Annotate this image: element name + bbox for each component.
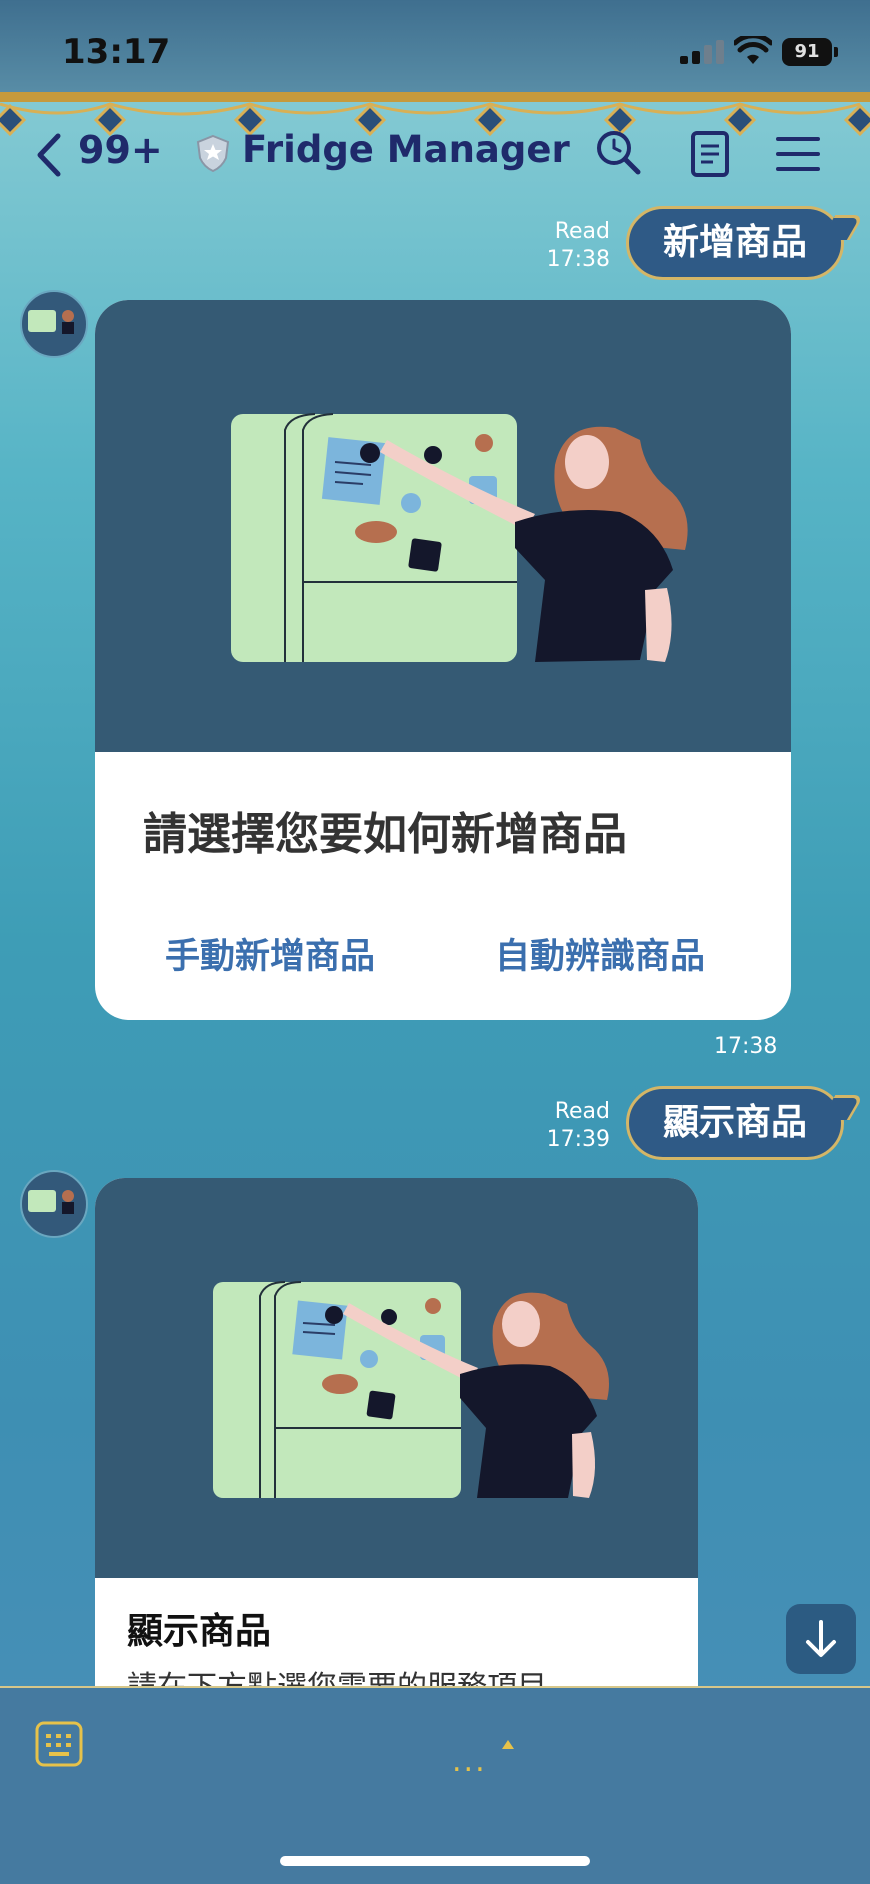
wifi-icon [734, 36, 772, 64]
arrow-down-icon [806, 1620, 836, 1657]
fridge-illustration [231, 413, 688, 662]
notes-icon[interactable] [688, 130, 732, 178]
message-time: 17:38 [546, 247, 610, 272]
read-receipt: Read 17:38 [540, 218, 610, 274]
avatar-image [28, 310, 74, 334]
keyboard-icon[interactable] [34, 1720, 84, 1768]
signal-icon [680, 40, 724, 64]
card-subtitle: 請在下方點選您需要的服務項目 [127, 1662, 547, 1686]
user-message-bubble[interactable]: 顯示商品 [626, 1086, 845, 1160]
battery-indicator: 91 [782, 38, 838, 66]
unread-count[interactable]: 99+ [78, 128, 163, 172]
rich-menu-toggle[interactable]: ... [452, 1744, 487, 1779]
message-time: 17:38 [714, 1034, 778, 1059]
card-title: 請選擇您要如何新增商品 [143, 809, 627, 860]
scroll-to-bottom-button[interactable] [786, 1604, 856, 1674]
fridge-illustration [213, 1281, 609, 1498]
menu-icon[interactable] [776, 134, 820, 174]
message-time: 17:39 [546, 1127, 610, 1152]
caret-up-icon[interactable] [500, 1738, 516, 1750]
shield-icon [196, 134, 230, 172]
bot-avatar[interactable] [20, 290, 88, 358]
bot-card: 請選擇您要如何新增商品 手動新增商品 自動辨識商品 [95, 300, 791, 1020]
bot-card: 顯示商品 請在下方點選您需要的服務項目 [95, 1178, 698, 1686]
auto-recognize-button[interactable]: 自動辨識商品 [495, 928, 705, 979]
chat-title: Fridge Manager [242, 128, 570, 171]
read-label: Read [554, 1099, 610, 1124]
back-icon[interactable] [30, 130, 66, 180]
read-receipt: Read 17:39 [540, 1098, 610, 1154]
bottom-bar [0, 1686, 870, 1884]
search-icon[interactable] [594, 128, 642, 176]
card-title: 顯示商品 [127, 1611, 272, 1652]
bot-avatar[interactable] [20, 1170, 88, 1238]
card-illustration [95, 300, 791, 752]
user-message-bubble[interactable]: 新增商品 [626, 206, 845, 280]
status-time: 13:17 [62, 32, 171, 72]
card-illustration [95, 1178, 698, 1578]
avatar-image [28, 1190, 74, 1214]
read-label: Read [554, 219, 610, 244]
manual-add-button[interactable]: 手動新增商品 [165, 928, 375, 979]
home-indicator[interactable] [280, 1856, 590, 1866]
